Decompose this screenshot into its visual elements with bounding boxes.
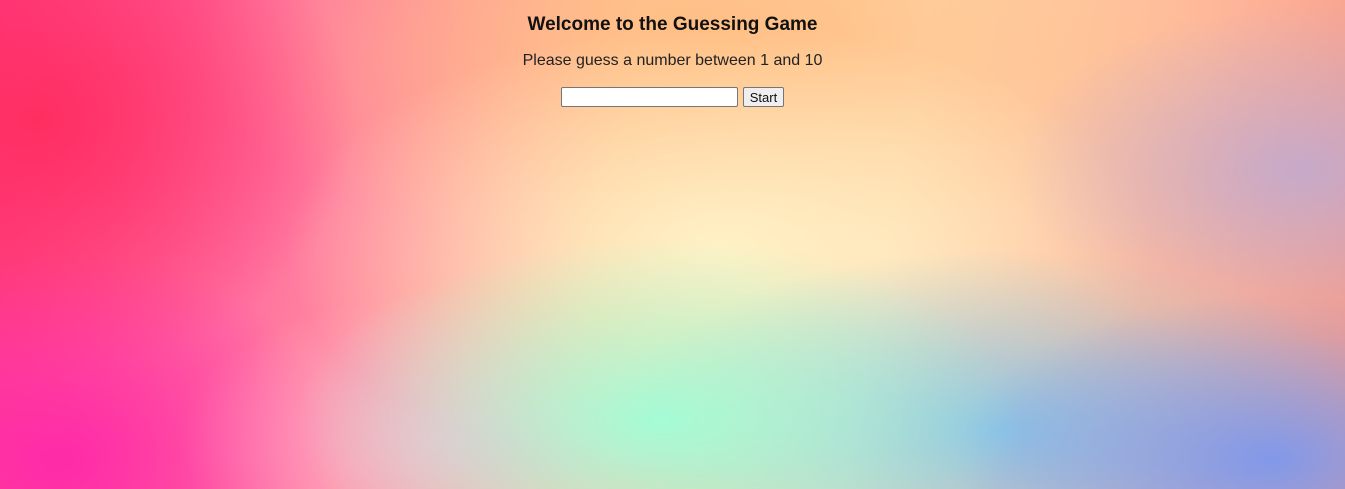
guess-instructions: Please guess a number between 1 and 10 [522, 52, 823, 69]
guess-input[interactable] [560, 87, 738, 107]
start-button[interactable]: Start [742, 87, 785, 107]
guess-form: Start [0, 87, 1345, 107]
page-title: Welcome to the Guessing Game [527, 14, 818, 35]
game-container: Welcome to the Guessing Game Please gues… [0, 0, 1345, 107]
